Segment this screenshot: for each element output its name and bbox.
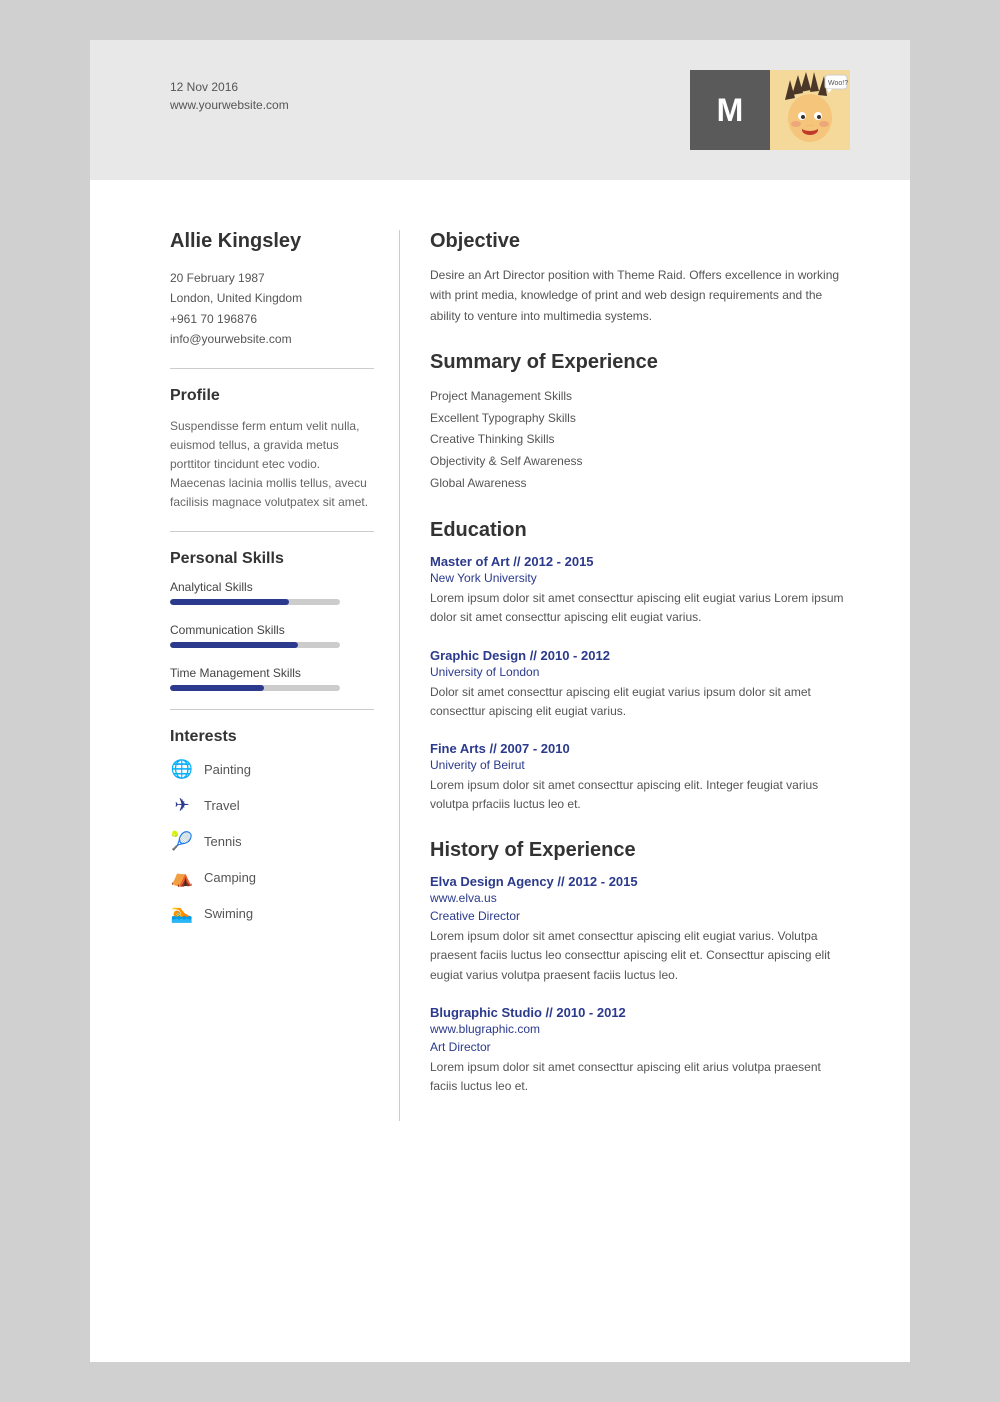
travel-icon: ✈	[170, 794, 194, 818]
summary-item-2: Creative Thinking Skills	[430, 429, 850, 451]
header-monogram: M	[690, 70, 770, 150]
skill-communication: Communication Skills	[170, 623, 374, 648]
interest-swimming-label: Swiming	[204, 906, 253, 921]
resume-page: 12 Nov 2016 www.yourwebsite.com M	[90, 40, 910, 1362]
exp-title-0: Elva Design Agency // 2012 - 2015	[430, 874, 850, 889]
profile-title: Profile	[170, 387, 374, 405]
person-email: info@yourwebsite.com	[170, 329, 374, 349]
exp-subtitle-0: www.elva.us	[430, 891, 850, 905]
person-name: Allie Kingsley	[170, 230, 374, 253]
divider-1	[170, 368, 374, 369]
profile-text: Suspendisse ferm entum velit nulla, euis…	[170, 417, 374, 513]
interest-swimming: 🏊 Swiming	[170, 902, 374, 926]
skill-analytical: Analytical Skills	[170, 580, 374, 605]
skill-communication-label: Communication Skills	[170, 623, 374, 637]
painting-icon: 🌐	[170, 758, 194, 782]
skill-communication-bar-fill	[170, 642, 298, 648]
interest-tennis: 🎾 Tennis	[170, 830, 374, 854]
interest-camping-label: Camping	[204, 870, 256, 885]
person-dob: 20 February 1987	[170, 268, 374, 288]
edu-subtitle-1: University of London	[430, 665, 850, 679]
exp-title-1: Blugraphic Studio // 2010 - 2012	[430, 1005, 850, 1020]
summary-item-1: Excellent Typography Skills	[430, 408, 850, 430]
exp-entry-0: Elva Design Agency // 2012 - 2015 www.el…	[430, 874, 850, 985]
skill-time-management-bar-fill	[170, 685, 264, 691]
right-column: Objective Desire an Art Director positio…	[430, 230, 850, 1121]
tennis-icon: 🎾	[170, 830, 194, 854]
skill-time-management-label: Time Management Skills	[170, 666, 374, 680]
divider-2	[170, 531, 374, 532]
exp-role-1: Art Director	[430, 1040, 850, 1054]
experience-title: History of Experience	[430, 839, 850, 862]
camping-icon: ⛺	[170, 866, 194, 890]
objective-title: Objective	[430, 230, 850, 253]
edu-entry-2: Fine Arts // 2007 - 2010 Univerity of Be…	[430, 741, 850, 814]
skills-title: Personal Skills	[170, 550, 374, 568]
edu-title-2: Fine Arts // 2007 - 2010	[430, 741, 850, 756]
header-website: www.yourwebsite.com	[170, 98, 289, 112]
summary-title: Summary of Experience	[430, 351, 850, 374]
avatar-svg: Woo!?	[770, 70, 850, 150]
skill-analytical-bar-bg	[170, 599, 340, 605]
edu-subtitle-0: New York University	[430, 571, 850, 585]
skill-analytical-bar-fill	[170, 599, 289, 605]
person-phone: +961 70 196876	[170, 309, 374, 329]
svg-text:Woo!?: Woo!?	[828, 80, 848, 87]
header-date: 12 Nov 2016	[170, 80, 289, 94]
exp-subtitle-1: www.blugraphic.com	[430, 1022, 850, 1036]
summary-item-3: Objectivity & Self Awareness	[430, 451, 850, 473]
exp-role-0: Creative Director	[430, 909, 850, 923]
exp-body-1: Lorem ipsum dolor sit amet consecttur ap…	[430, 1058, 850, 1096]
objective-text: Desire an Art Director position with The…	[430, 265, 850, 326]
header-left: 12 Nov 2016 www.yourwebsite.com	[170, 70, 289, 112]
summary-item-4: Global Awareness	[430, 473, 850, 495]
edu-body-0: Lorem ipsum dolor sit amet consecttur ap…	[430, 589, 850, 627]
edu-title-0: Master of Art // 2012 - 2015	[430, 554, 850, 569]
education-title: Education	[430, 519, 850, 542]
skill-communication-bar-bg	[170, 642, 340, 648]
interests-title: Interests	[170, 728, 374, 746]
skill-time-management-bar-bg	[170, 685, 340, 691]
skill-analytical-label: Analytical Skills	[170, 580, 374, 594]
edu-subtitle-2: Univerity of Beirut	[430, 758, 850, 772]
interest-painting: 🌐 Painting	[170, 758, 374, 782]
interest-tennis-label: Tennis	[204, 834, 242, 849]
education-section: Education Master of Art // 2012 - 2015 N…	[430, 519, 850, 814]
edu-entry-1: Graphic Design // 2010 - 2012 University…	[430, 648, 850, 721]
skill-time-management: Time Management Skills	[170, 666, 374, 691]
swimming-icon: 🏊	[170, 902, 194, 926]
interest-travel: ✈ Travel	[170, 794, 374, 818]
header: 12 Nov 2016 www.yourwebsite.com M	[90, 40, 910, 180]
edu-title-1: Graphic Design // 2010 - 2012	[430, 648, 850, 663]
header-right: M	[690, 70, 850, 150]
main-content: Allie Kingsley 20 February 1987 London, …	[90, 180, 910, 1171]
summary-item-0: Project Management Skills	[430, 386, 850, 408]
edu-entry-0: Master of Art // 2012 - 2015 New York Un…	[430, 554, 850, 627]
left-column: Allie Kingsley 20 February 1987 London, …	[170, 230, 400, 1121]
experience-section: History of Experience Elva Design Agency…	[430, 839, 850, 1096]
edu-body-1: Dolor sit amet consecttur apiscing elit …	[430, 683, 850, 721]
interest-camping: ⛺ Camping	[170, 866, 374, 890]
objective-section: Objective Desire an Art Director positio…	[430, 230, 850, 326]
contact-info: 20 February 1987 London, United Kingdom …	[170, 268, 374, 350]
summary-section: Summary of Experience Project Management…	[430, 351, 850, 494]
interest-travel-label: Travel	[204, 798, 240, 813]
summary-list: Project Management Skills Excellent Typo…	[430, 386, 850, 494]
edu-body-2: Lorem ipsum dolor sit amet consecttur ap…	[430, 776, 850, 814]
exp-body-0: Lorem ipsum dolor sit amet consecttur ap…	[430, 927, 850, 985]
divider-3	[170, 709, 374, 710]
exp-entry-1: Blugraphic Studio // 2010 - 2012 www.blu…	[430, 1005, 850, 1096]
header-avatar: Woo!?	[770, 70, 850, 150]
interest-painting-label: Painting	[204, 762, 251, 777]
person-location: London, United Kingdom	[170, 288, 374, 308]
